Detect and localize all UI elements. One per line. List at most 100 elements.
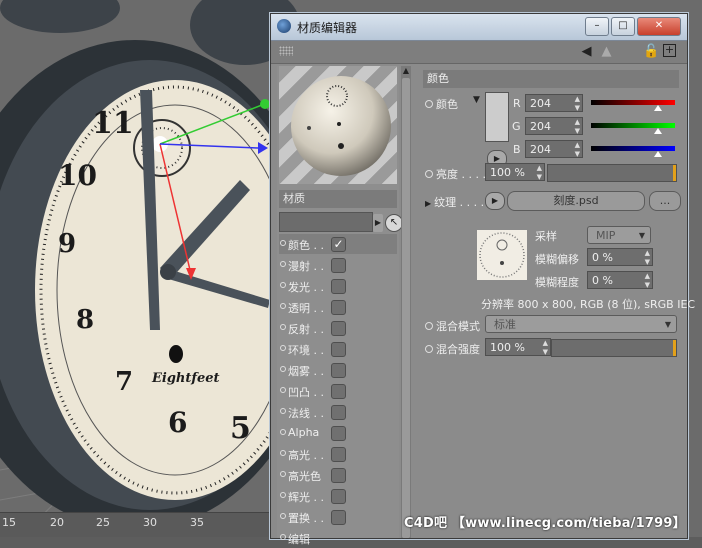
channel-item[interactable]: Alpha — [279, 423, 397, 443]
grip-handle-icon[interactable] — [279, 46, 293, 56]
keyframe-dot-icon[interactable] — [280, 471, 286, 477]
channel-item[interactable]: 辉光 . . — [279, 486, 397, 506]
close-button[interactable]: ✕ — [637, 17, 681, 36]
channel-item[interactable]: 凹凸 . . — [279, 381, 397, 401]
keyframe-dot-icon[interactable] — [280, 513, 286, 519]
channel-label: 发光 . . — [288, 281, 324, 294]
channel-checkbox[interactable] — [331, 384, 346, 399]
texture-menu-button[interactable]: ▶ — [485, 192, 505, 210]
channel-label: 高光 . . — [288, 449, 324, 462]
keyframe-dot-icon[interactable] — [425, 322, 433, 330]
new-window-icon[interactable]: + — [663, 44, 676, 57]
channel-checkbox[interactable] — [331, 321, 346, 336]
back-arrow-icon[interactable]: ◀ — [579, 44, 594, 59]
keyframe-dot-icon[interactable] — [280, 492, 286, 498]
keyframe-dot-icon[interactable] — [280, 429, 286, 435]
material-preview[interactable] — [279, 66, 397, 184]
ruler-tick: 30 — [143, 516, 157, 529]
channel-settings-pane: 颜色 颜色 ▼ ▶ R 204 ▲ ▼ G 204 ▲ ▼ B 204 ▲ ▼ 亮度 . .… — [417, 66, 695, 538]
channel-item[interactable]: 透明 . . — [279, 297, 397, 317]
keyframe-dot-icon[interactable] — [280, 387, 286, 393]
channel-checkbox[interactable] — [331, 405, 346, 420]
keyframe-dot-icon[interactable] — [280, 324, 286, 330]
title-bar[interactable]: 材质编辑器 – □ ✕ — [271, 14, 687, 41]
color-swatch[interactable] — [485, 92, 509, 142]
mix-mode-dropdown[interactable]: 标准 ▼ — [485, 315, 677, 333]
channel-item[interactable]: 颜色 . . ✓ — [279, 234, 397, 254]
channel-checkbox[interactable] — [331, 342, 346, 357]
resolution-info: 分辨率 800 x 800, RGB (8 位), sRGB IEC — [481, 298, 696, 311]
channel-item[interactable]: 发光 . . — [279, 276, 397, 296]
channel-label: 置换 . . — [288, 512, 324, 525]
channel-label: 透明 . . — [288, 302, 324, 315]
keyframe-dot-icon[interactable] — [280, 366, 286, 372]
b-value-field[interactable]: 204 ▲ ▼ — [525, 140, 583, 158]
channel-checkbox[interactable] — [331, 363, 346, 378]
channel-checkbox[interactable] — [331, 300, 346, 315]
scroll-thumb[interactable] — [402, 78, 410, 538]
keyframe-dot-icon[interactable] — [280, 534, 286, 540]
expand-triangle-icon[interactable]: ▼ — [473, 95, 480, 105]
channel-item[interactable]: 置换 . . — [279, 507, 397, 527]
mix-strength-slider[interactable] — [551, 339, 677, 357]
b-slider[interactable] — [591, 142, 675, 160]
brightness-slider[interactable] — [547, 164, 677, 182]
maximize-button[interactable]: □ — [611, 17, 635, 36]
texture-file-field[interactable]: 刻度.psd — [507, 191, 645, 211]
channel-item[interactable]: 漫射 . . — [279, 255, 397, 275]
keyframe-dot-icon[interactable] — [280, 345, 286, 351]
channel-scrollbar[interactable]: ▲ — [401, 66, 411, 538]
keyframe-dot-icon[interactable] — [280, 450, 286, 456]
channel-item[interactable]: 反射 . . — [279, 318, 397, 338]
channel-item[interactable]: 高光 . . — [279, 444, 397, 464]
keyframe-dot-icon[interactable] — [425, 100, 433, 108]
channel-item[interactable]: 编辑 — [279, 528, 397, 548]
b-label: B — [513, 143, 521, 156]
channel-checkbox[interactable] — [331, 258, 346, 273]
window-title: 材质编辑器 — [297, 21, 358, 35]
minimize-button[interactable]: – — [585, 17, 609, 36]
channel-checkbox[interactable] — [331, 510, 346, 525]
mix-strength-field[interactable]: 100 % ▲ ▼ — [485, 338, 551, 356]
channel-checkbox[interactable] — [331, 279, 346, 294]
blur-amount-field[interactable]: 0 % ▲ ▼ — [587, 271, 653, 289]
channel-label: 颜色 . . — [288, 239, 324, 252]
channel-item[interactable]: 高光色 — [279, 465, 397, 485]
ruler-tick: 20 — [50, 516, 64, 529]
keyframe-dot-icon[interactable] — [280, 303, 286, 309]
brightness-field[interactable]: 100 % ▲ ▼ — [485, 163, 545, 181]
channel-checkbox[interactable] — [331, 447, 346, 462]
channel-checkbox[interactable] — [331, 489, 346, 504]
r-slider[interactable] — [591, 96, 675, 114]
timeline-ruler[interactable]: 15 20 25 30 35 — [0, 512, 280, 537]
forward-arrow-icon[interactable]: ▲ — [599, 44, 614, 59]
keyframe-dot-icon[interactable] — [425, 170, 433, 178]
channel-checkbox[interactable] — [331, 426, 346, 441]
material-menu-arrow-icon[interactable]: ▶ — [373, 214, 383, 232]
sampling-dropdown[interactable]: MIP ▼ — [587, 226, 651, 244]
ruler-tick: 25 — [96, 516, 110, 529]
scroll-up-icon[interactable]: ▲ — [401, 66, 411, 76]
texture-browse-button[interactable]: ... — [649, 191, 681, 211]
expand-arrow-icon[interactable]: ▶ — [425, 199, 431, 208]
g-slider[interactable] — [591, 119, 675, 137]
texture-thumbnail[interactable] — [477, 230, 527, 280]
channel-checkbox[interactable] — [331, 468, 346, 483]
r-value-field[interactable]: 204 ▲ ▼ — [525, 94, 583, 112]
material-name-field[interactable] — [279, 212, 373, 232]
keyframe-dot-icon[interactable] — [425, 345, 433, 353]
keyframe-dot-icon[interactable] — [280, 282, 286, 288]
clock-number: 7 — [115, 367, 133, 397]
material-section-title: 材质 — [279, 190, 397, 208]
channel-item[interactable]: 法线 . . — [279, 402, 397, 422]
keyframe-dot-icon[interactable] — [280, 408, 286, 414]
keyframe-dot-icon[interactable] — [280, 261, 286, 267]
channel-item[interactable]: 环境 . . — [279, 339, 397, 359]
settings-header: 颜色 — [423, 70, 679, 88]
g-value-field[interactable]: 204 ▲ ▼ — [525, 117, 583, 135]
channel-item[interactable]: 烟雾 . . — [279, 360, 397, 380]
channel-checkbox[interactable]: ✓ — [331, 237, 346, 252]
lock-icon[interactable]: 🔓 — [643, 44, 659, 59]
keyframe-dot-icon[interactable] — [280, 240, 286, 246]
blur-offset-field[interactable]: 0 % ▲ ▼ — [587, 248, 653, 266]
